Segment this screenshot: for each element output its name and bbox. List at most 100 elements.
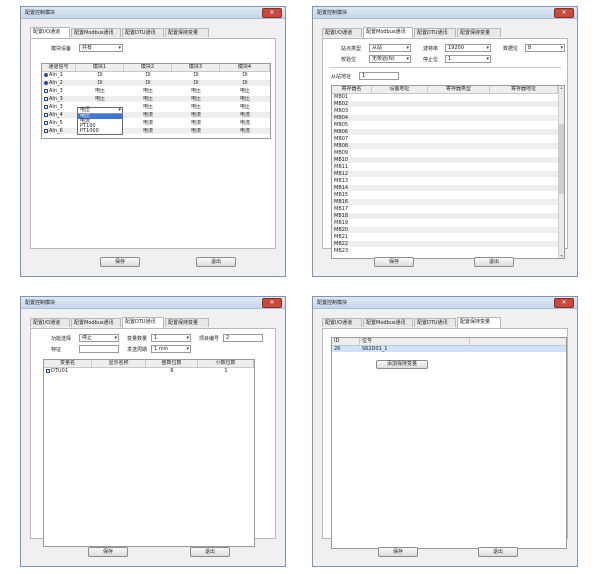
scroll-down-icon[interactable]: ▾: [559, 254, 564, 258]
func-select[interactable]: 停止 ▾: [79, 334, 119, 342]
cell-module1[interactable]: DI: [76, 80, 124, 86]
cell-module3[interactable]: 电流: [172, 128, 220, 134]
table-row[interactable]: AIn_3 电压 电压 电压 电压: [42, 96, 270, 102]
tab-io[interactable]: 配置I/O通道: [30, 318, 70, 327]
table-row[interactable]: MB17: [332, 206, 558, 212]
table-row[interactable]: MB16: [332, 199, 558, 205]
cell-module3[interactable]: DI: [172, 80, 220, 86]
tab-hold-var[interactable]: 配置保持变量: [457, 317, 501, 328]
table-row[interactable]: MB03: [332, 108, 558, 114]
scroll-up-icon[interactable]: ▴: [559, 86, 564, 90]
exit-button[interactable]: 退出: [474, 257, 514, 267]
table-row[interactable]: AIn_2 DI DI DI DI: [42, 80, 270, 86]
cell-module2[interactable]: 电压: [124, 104, 172, 110]
table-row[interactable]: MB06: [332, 129, 558, 135]
baud-select[interactable]: 19200 ▾: [445, 44, 491, 52]
table-row[interactable]: MB12: [332, 171, 558, 177]
close-icon[interactable]: ✕: [262, 298, 282, 308]
cell-module4[interactable]: 电流: [220, 128, 270, 134]
table-row[interactable]: MB02: [332, 101, 558, 107]
table-row[interactable]: AIn_3 电压 电压 电压 电压: [42, 88, 270, 94]
cell-module4[interactable]: 电压: [220, 104, 270, 110]
send-period-select[interactable]: 1 min ▾: [151, 345, 191, 353]
tab-io[interactable]: 配置I/O通道: [322, 28, 362, 37]
cell-module2[interactable]: DI: [124, 80, 172, 86]
table-row[interactable]: MB10: [332, 157, 558, 163]
table-row[interactable]: MB21: [332, 234, 558, 240]
tab-hold-var[interactable]: 配置保持变量: [457, 28, 501, 37]
close-icon[interactable]: ✕: [262, 8, 282, 18]
exit-button[interactable]: 退出: [478, 547, 518, 557]
cell-module4[interactable]: DI: [220, 72, 270, 78]
close-icon[interactable]: ✕: [554, 8, 574, 18]
tab-dtu[interactable]: 配置DTU通讯: [122, 28, 164, 37]
table-row[interactable]: 26 S62D01_1: [332, 346, 566, 352]
cell-module2[interactable]: 电流: [124, 120, 172, 126]
tab-hold-var[interactable]: 配置保持变量: [165, 318, 209, 327]
tab-hold-var[interactable]: 配置保持变量: [165, 28, 209, 37]
tab-dtu[interactable]: 配置DTU通讯: [414, 318, 456, 327]
cell-module3[interactable]: 电流: [172, 112, 220, 118]
cell-module3[interactable]: 电压: [172, 88, 220, 94]
table-row[interactable]: AIn_1 DI DI DI DI: [42, 72, 270, 78]
tab-modbus[interactable]: 配置Modbus通讯: [363, 27, 413, 38]
vertical-scrollbar[interactable]: ▴ ▾: [558, 86, 564, 258]
tab-dtu[interactable]: 配置DTU通讯: [122, 317, 164, 328]
table-row[interactable]: MB14: [332, 185, 558, 191]
slave-addr-field[interactable]: 1: [359, 72, 399, 80]
cell-module4[interactable]: 电流: [220, 112, 270, 118]
add-hold-var-button[interactable]: 添加保持变量: [376, 360, 428, 369]
table-row[interactable]: MB11: [332, 164, 558, 170]
cell-module4[interactable]: 电压: [220, 88, 270, 94]
signal-type-dropdown[interactable]: 电压 ▾ 电压 电流 PT100 PT1000: [77, 107, 123, 135]
cell-module1[interactable]: 电压: [76, 96, 124, 102]
tab-modbus[interactable]: 配置Modbus通讯: [71, 318, 121, 327]
table-row[interactable]: MB15: [332, 192, 558, 198]
save-button[interactable]: 保存: [378, 547, 418, 557]
table-row[interactable]: MB01: [332, 94, 558, 100]
tab-io[interactable]: 配置I/O通道: [322, 318, 362, 327]
cell-module3[interactable]: 电压: [172, 96, 220, 102]
cell-module4[interactable]: 电压: [220, 96, 270, 102]
cell-module2[interactable]: DI: [124, 72, 172, 78]
save-button[interactable]: 保存: [88, 547, 128, 557]
cell-module3[interactable]: 电压: [172, 104, 220, 110]
tab-modbus[interactable]: 配置Modbus通讯: [71, 28, 121, 37]
table-row[interactable]: MB04: [332, 115, 558, 121]
tab-io[interactable]: 配置I/O通道: [30, 27, 70, 38]
cell-module2[interactable]: 电压: [124, 96, 172, 102]
cell-module4[interactable]: DI: [220, 80, 270, 86]
var-count-select[interactable]: 1 ▾: [151, 334, 191, 342]
stop-bits-select[interactable]: 1 ▾: [445, 55, 491, 63]
dropdown-selected[interactable]: 电压 ▾: [78, 108, 122, 114]
cell-module3[interactable]: DI: [172, 72, 220, 78]
table-row[interactable]: MB22: [332, 241, 558, 247]
table-row[interactable]: MB09: [332, 150, 558, 156]
data-bits-select[interactable]: 8 ▾: [525, 44, 565, 52]
cell-module2[interactable]: 电压: [124, 88, 172, 94]
table-row[interactable]: MB23: [332, 248, 558, 254]
cell-module2[interactable]: 电流: [124, 112, 172, 118]
station-type-select[interactable]: 从站 ▾: [369, 44, 411, 52]
save-button[interactable]: 保存: [100, 257, 140, 267]
close-icon[interactable]: ✕: [554, 298, 574, 308]
tab-modbus[interactable]: 配置Modbus通讯: [363, 318, 413, 327]
table-row[interactable]: MB18: [332, 213, 558, 219]
cell-module3[interactable]: 电流: [172, 120, 220, 126]
exit-button[interactable]: 退出: [190, 547, 230, 557]
table-row[interactable]: MB13: [332, 178, 558, 184]
tab-dtu[interactable]: 配置DTU通讯: [414, 28, 456, 37]
cell-module1[interactable]: DI: [76, 72, 124, 78]
table-row[interactable]: MB08: [332, 143, 558, 149]
module-select[interactable]: 共有 ▾: [79, 44, 123, 52]
table-row[interactable]: MB05: [332, 122, 558, 128]
exit-button[interactable]: 退出: [196, 257, 236, 267]
save-button[interactable]: 保存: [374, 257, 414, 267]
dropdown-option[interactable]: PT1000: [78, 129, 122, 134]
table-row[interactable]: MB07: [332, 136, 558, 142]
table-row[interactable]: MB19: [332, 220, 558, 226]
scroll-thumb[interactable]: [559, 124, 564, 194]
project-no-field[interactable]: 2: [223, 334, 263, 342]
table-row[interactable]: DTU01 6 1: [44, 368, 254, 374]
cell-module2[interactable]: 电流: [124, 128, 172, 134]
